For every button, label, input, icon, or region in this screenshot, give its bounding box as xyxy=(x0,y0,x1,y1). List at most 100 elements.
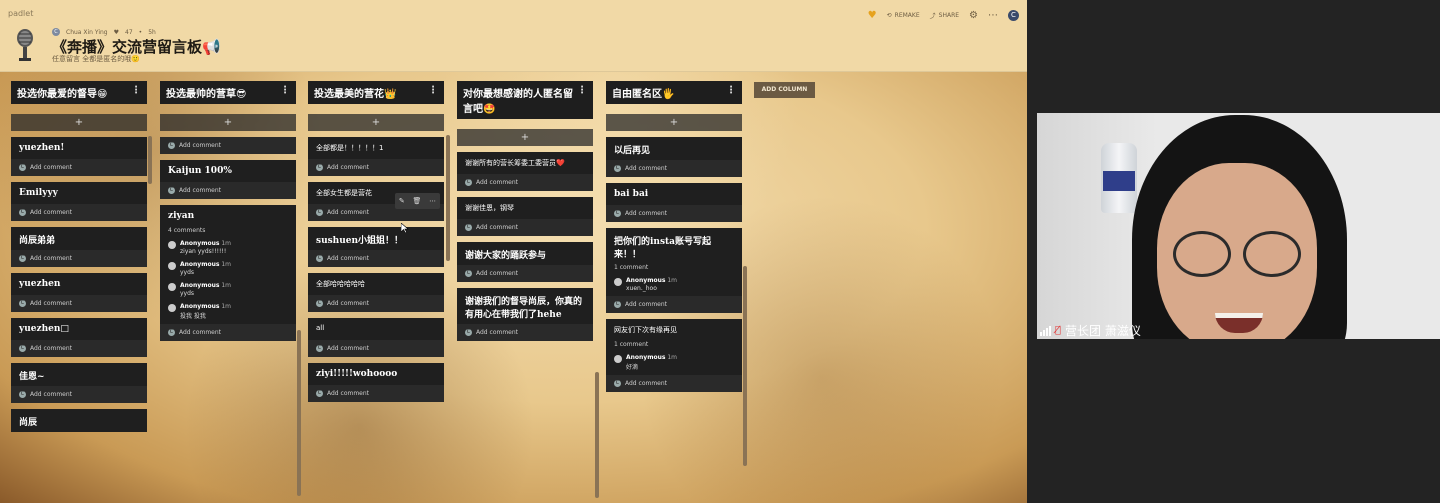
column-menu-icon[interactable]: ⋮ xyxy=(726,85,736,96)
page-subtitle: 任意留言 全都是匿名的哦🙂 xyxy=(52,55,140,63)
post-card[interactable]: ziyi!!!!!wohoooo C Add comment xyxy=(308,363,444,402)
edit-icon[interactable]: ✎ xyxy=(399,197,405,205)
post-card[interactable]: 谢谢佳恩，钢琴 C Add comment xyxy=(457,197,593,236)
post-card[interactable]: 谢谢我们的督导尚辰，你真的有用心在带我们了hehe C Add comment xyxy=(457,288,593,341)
column-scrollbar[interactable] xyxy=(148,136,152,184)
add-column-button[interactable]: ADD COLUMN xyxy=(754,82,815,98)
post-card[interactable]: yuezhen□ C Add comment xyxy=(11,318,147,357)
add-comment-button[interactable]: C Add comment xyxy=(606,296,742,313)
add-comment-button[interactable]: C Add comment xyxy=(606,375,742,392)
brand-logo[interactable]: padlet xyxy=(8,9,33,18)
add-comment-button[interactable]: C Add comment xyxy=(308,250,444,267)
add-comment-button[interactable]: C Add comment xyxy=(308,159,444,176)
trash-icon[interactable]: 🗑 xyxy=(412,197,421,205)
share-button[interactable]: ⤴ SHARE xyxy=(930,11,959,20)
post-card[interactable]: 把你们的insta账号写起来！！ 1 comment Anonymous 1m xue… xyxy=(606,228,742,313)
post-card[interactable]: yuezhen! C Add comment xyxy=(11,137,147,176)
post-card[interactable]: 尚辰 xyxy=(11,409,147,432)
column-menu-icon[interactable]: ⋮ xyxy=(131,85,141,96)
gear-icon[interactable]: ⚙ xyxy=(969,10,978,21)
post-card[interactable]: 佳恩~ C Add comment xyxy=(11,363,147,403)
add-comment-button[interactable]: C Add comment xyxy=(457,324,593,341)
post-card[interactable]: sushuen小姐姐！！ C Add comment xyxy=(308,227,444,267)
add-comment-button[interactable]: C Add comment xyxy=(11,340,147,357)
more-options-icon[interactable]: ⋯ xyxy=(429,197,436,205)
add-comment-button[interactable]: C Add comment xyxy=(308,340,444,357)
post-card[interactable]: C Add comment xyxy=(160,137,296,154)
column-scrollbar[interactable] xyxy=(297,330,301,496)
anonymous-avatar-icon xyxy=(614,355,622,363)
comment-count[interactable]: 1 comment xyxy=(606,341,742,352)
add-comment-button[interactable]: C Add comment xyxy=(11,250,147,267)
user-avatar[interactable]: C xyxy=(1008,10,1019,21)
commenter-avatar-icon: C xyxy=(465,224,472,231)
add-comment-button[interactable]: C Add comment xyxy=(160,324,296,341)
column: 投选你最爱的督导😁 ⋮ + yuezhen! C Add comment Emilyyy C A… xyxy=(11,81,147,432)
add-post-button[interactable]: + xyxy=(160,114,296,131)
add-comment-label: Add comment xyxy=(327,164,370,171)
author-name[interactable]: Chua Xin Ying xyxy=(66,29,108,36)
post-card[interactable]: 谢谢所有的营长筹委工委营员❤️ C Add comment xyxy=(457,152,593,191)
post-card[interactable]: yuezhen C Add comment xyxy=(11,273,147,312)
remake-button[interactable]: ⟲ REMAKE xyxy=(887,12,920,19)
add-comment-button[interactable]: C Add comment xyxy=(308,295,444,312)
add-post-button[interactable]: + xyxy=(308,114,444,131)
post-card[interactable]: 全部哈哈哈哈哈 C Add comment xyxy=(308,273,444,312)
mouse-cursor-icon xyxy=(401,223,409,233)
column-scrollbar[interactable] xyxy=(446,135,450,261)
post-card[interactable]: 以后再见 C Add comment xyxy=(606,137,742,177)
add-comment-label: Add comment xyxy=(30,209,73,216)
webcam-feed xyxy=(1037,113,1440,339)
post-card[interactable]: Emilyyy C Add comment xyxy=(11,182,147,221)
add-comment-button[interactable]: C Add comment xyxy=(11,159,147,176)
comment-count[interactable]: 1 comment xyxy=(606,264,742,275)
post-text: sushuen小姐姐！！ xyxy=(316,236,404,246)
post-card[interactable]: Kaijun 100% C Add comment xyxy=(160,160,296,199)
commenter-avatar-icon: C xyxy=(168,142,175,149)
comment-count[interactable]: 4 comments xyxy=(160,227,296,238)
post-text: yuezhen! xyxy=(19,143,65,153)
add-comment-button[interactable]: C Add comment xyxy=(11,295,147,312)
column-scrollbar[interactable] xyxy=(595,372,599,498)
column-header: 投选最帅的营草😎 ⋮ xyxy=(160,81,296,104)
post-card[interactable]: bai bai C Add comment xyxy=(606,183,742,222)
heart-icon[interactable]: ♥ xyxy=(868,10,877,21)
add-comment-button[interactable]: C Add comment xyxy=(160,182,296,199)
comment-author: Anonymous xyxy=(180,303,220,310)
add-comment-button[interactable]: C Add comment xyxy=(457,219,593,236)
add-comment-button[interactable]: C Add comment xyxy=(606,205,742,222)
column-menu-icon[interactable]: ⋮ xyxy=(280,85,290,96)
column-menu-icon[interactable]: ⋮ xyxy=(577,85,587,96)
author-row: C Chua Xin Ying ♥ 47 • 5h xyxy=(52,28,156,36)
comment-content: Anonymous 1m 投我 投我 xyxy=(180,303,231,320)
add-comment-label: Add comment xyxy=(476,329,519,336)
post-card[interactable]: all C Add comment xyxy=(308,318,444,357)
add-post-button[interactable]: + xyxy=(11,114,147,131)
add-comment-button[interactable]: C Add comment xyxy=(11,204,147,221)
column-scrollbar[interactable] xyxy=(743,266,747,466)
add-comment-button[interactable]: C Add comment xyxy=(457,174,593,191)
microphone-icon xyxy=(17,29,33,61)
add-comment-button[interactable]: C Add comment xyxy=(308,385,444,402)
add-post-button[interactable]: + xyxy=(457,129,593,146)
add-comment-button[interactable]: C Add comment xyxy=(11,386,147,403)
comment: Anonymous 1m ziyan yyds!!!!!! xyxy=(160,238,296,259)
column-menu-icon[interactable]: ⋮ xyxy=(428,85,438,96)
post-card[interactable]: 网友们下次有缘再见 1 comment Anonymous 1m 好滴 C Add com… xyxy=(606,319,742,392)
post-card[interactable]: 全部都是！！！！！1 C Add comment xyxy=(308,137,444,176)
comment-time: 1m xyxy=(221,303,232,310)
post-card[interactable]: ziyan 4 comments Anonymous 1m ziyan yyds!!!… xyxy=(160,205,296,341)
more-icon[interactable]: ⋯ xyxy=(988,10,998,21)
post-card[interactable]: 谢谢大家的踊跃参与 C Add comment xyxy=(457,242,593,282)
comment-time: 1m xyxy=(221,240,232,247)
add-comment-button[interactable]: C Add comment xyxy=(606,160,742,177)
share-label: SHARE xyxy=(938,12,960,19)
comment: Anonymous 1m 好滴 xyxy=(606,352,742,375)
post-card[interactable]: 尚辰弟弟 C Add comment xyxy=(11,227,147,267)
add-comment-button[interactable]: C Add comment xyxy=(160,137,296,154)
post-text: 尚辰弟弟 xyxy=(19,236,56,246)
comment: Anonymous 1m yyds xyxy=(160,280,296,301)
add-post-button[interactable]: + xyxy=(606,114,742,131)
post-text: 谢谢所有的营长筹委工委营员❤️ xyxy=(465,159,565,167)
add-comment-button[interactable]: C Add comment xyxy=(457,265,593,282)
